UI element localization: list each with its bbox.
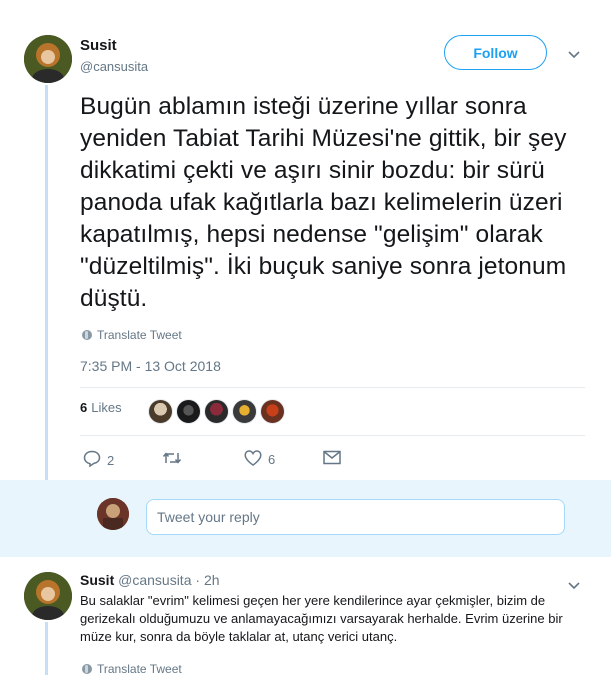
- tweet-text: Bugün ablamın isteği üzerine yıllar sonr…: [80, 93, 567, 312]
- reply-translate-link[interactable]: Translate Tweet: [82, 662, 182, 676]
- reply-icon: [83, 450, 101, 470]
- reply-time[interactable]: 2h: [204, 572, 220, 588]
- translate-label: Translate Tweet: [97, 328, 182, 342]
- retweet-icon: [162, 450, 182, 469]
- divider: [80, 387, 585, 388]
- author-name[interactable]: Susit: [80, 37, 117, 54]
- divider: [80, 435, 585, 436]
- author-avatar[interactable]: [24, 35, 72, 83]
- likes-label: Likes: [91, 400, 122, 415]
- reply-translate-label: Translate Tweet: [97, 662, 182, 676]
- chevron-down-icon[interactable]: [568, 46, 580, 64]
- direct-message-action[interactable]: [323, 450, 341, 468]
- thread-line-bottom: [45, 622, 48, 675]
- like-action[interactable]: 6: [244, 450, 275, 469]
- likes-stat[interactable]: 6 Likes: [80, 400, 122, 415]
- retweet-action[interactable]: [162, 450, 188, 469]
- likes-count: 6: [80, 400, 88, 415]
- author-handle[interactable]: @cansusita: [80, 59, 148, 74]
- reply-header: Susit @cansusita · 2h: [80, 572, 220, 588]
- liker-avatar[interactable]: [232, 399, 257, 424]
- reply-input[interactable]: Tweet your reply: [146, 499, 565, 535]
- globe-icon: [82, 330, 92, 340]
- reply-separator: ·: [195, 572, 201, 588]
- like-count: 6: [268, 452, 276, 467]
- tweet-actions: 2 6: [80, 447, 360, 471]
- reply-author-name[interactable]: Susit: [80, 572, 114, 588]
- direct-message-icon: [323, 450, 341, 468]
- liker-avatar[interactable]: [148, 399, 173, 424]
- thread-line-top: [45, 85, 48, 480]
- reply-author-avatar[interactable]: [24, 572, 72, 620]
- globe-icon: [82, 664, 92, 674]
- reply-placeholder: Tweet your reply: [157, 509, 260, 525]
- reply-author-handle[interactable]: @cansusita: [118, 572, 191, 588]
- heart-icon: [244, 450, 262, 469]
- liker-avatar[interactable]: [176, 399, 201, 424]
- translate-tweet-link[interactable]: Translate Tweet: [82, 328, 182, 342]
- follow-button[interactable]: Follow: [444, 35, 547, 70]
- liker-avatar[interactable]: [204, 399, 229, 424]
- reply-action[interactable]: 2: [83, 450, 114, 470]
- liker-avatars: [148, 399, 285, 424]
- liker-avatar[interactable]: [260, 399, 285, 424]
- current-user-avatar[interactable]: [97, 498, 129, 530]
- reply-count: 2: [107, 452, 115, 468]
- tweet-timestamp[interactable]: 7:35 PM - 13 Oct 2018: [80, 358, 221, 374]
- reply-text: Bu salaklar "evrim" kelimesi geçen her y…: [80, 593, 563, 644]
